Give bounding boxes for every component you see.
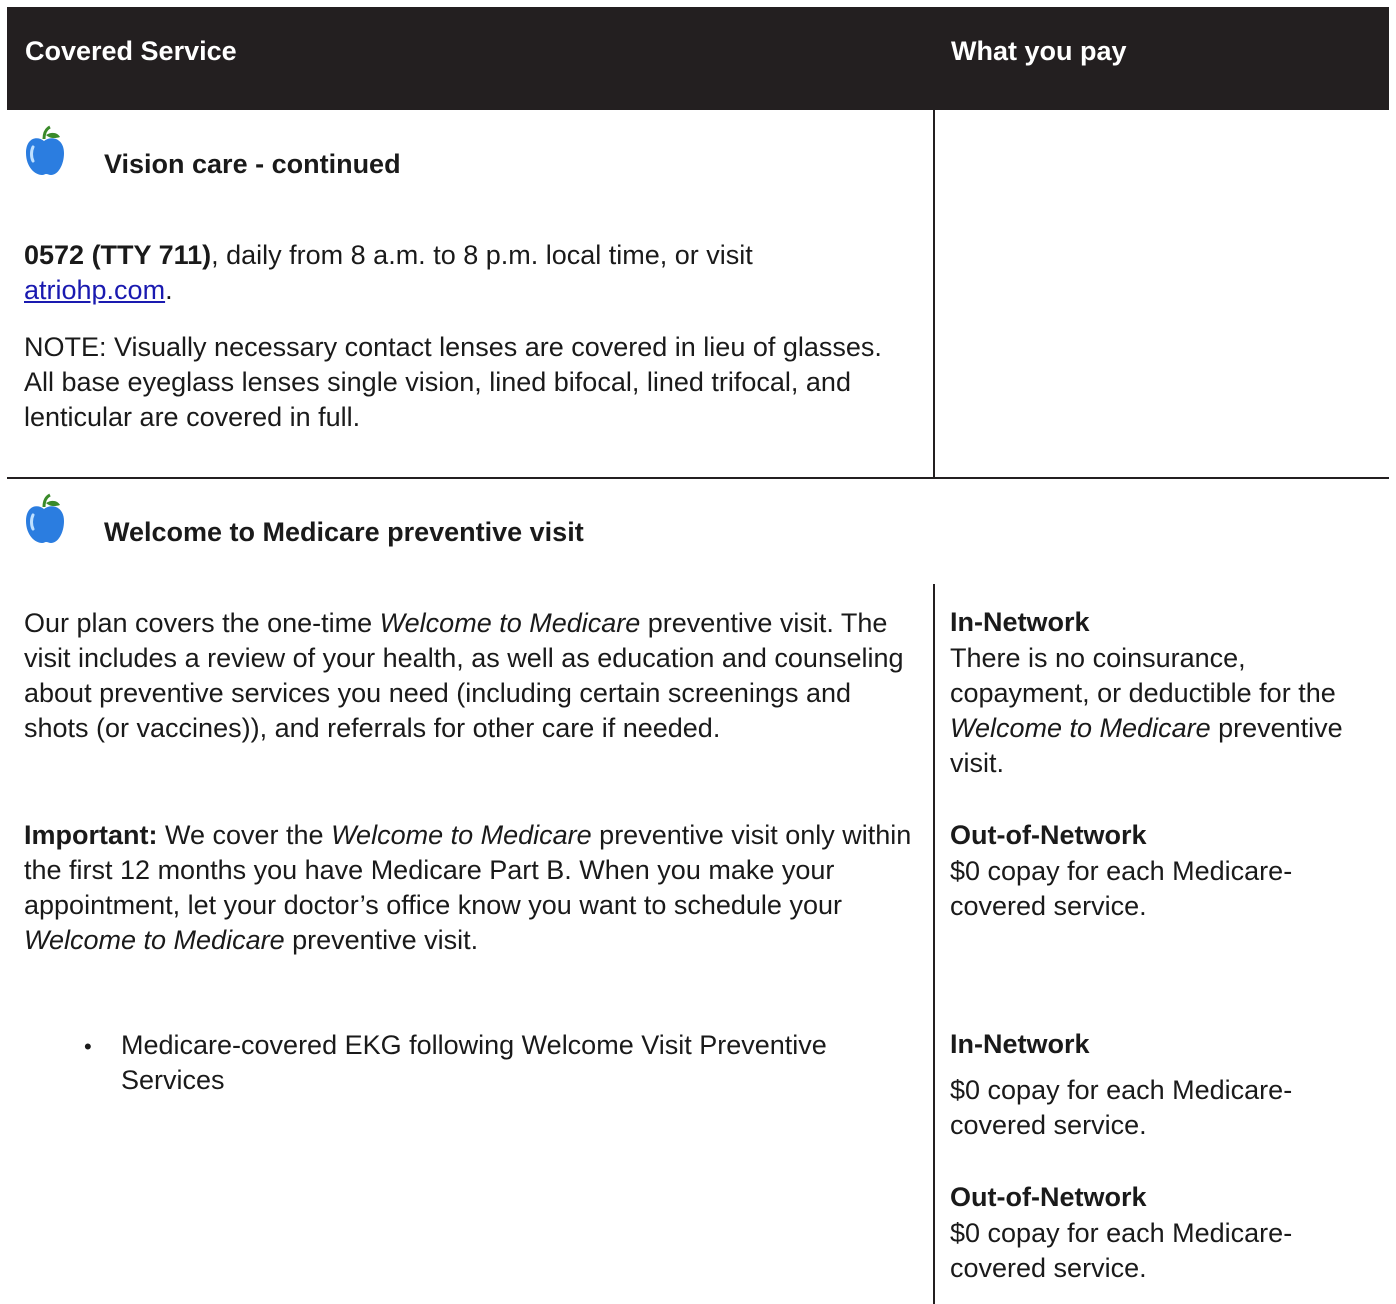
vision-contact-paragraph: 0572 (TTY 711), daily from 8 a.m. to 8 p… <box>24 238 914 308</box>
ekg-in-network-heading: In-Network <box>950 1029 1090 1059</box>
section-title-welcome-visit: Welcome to Medicare preventive visit <box>104 517 584 547</box>
welcome-visit-important: Important: We cover the Welcome to Medic… <box>24 818 919 958</box>
in-network-heading: In-Network <box>950 607 1090 637</box>
column-divider <box>933 584 935 1304</box>
column-header-what-you-pay: What you pay <box>951 36 1127 66</box>
text-run: Our plan covers the one-time <box>24 608 380 638</box>
bullet-marker: • <box>84 1034 92 1059</box>
italic-text: Welcome to Medicare <box>24 925 285 955</box>
text-run: preventive visit. <box>284 925 479 955</box>
ekg-bullet-item: Medicare-covered EKG following Welcome V… <box>121 1030 827 1095</box>
vision-note-paragraph: NOTE: Visually necessary contact lenses … <box>24 332 882 432</box>
phone-hours-text: , daily from 8 a.m. to 8 p.m. local time… <box>211 240 753 270</box>
column-header-covered-service: Covered Service <box>25 36 237 66</box>
text-run: There is no coinsurance, copayment, or d… <box>950 643 1336 708</box>
in-network-cost: There is no coinsurance, copayment, or d… <box>950 641 1370 781</box>
important-label: Important: <box>24 820 158 850</box>
section-title-vision-care: Vision care - continued <box>104 149 401 179</box>
ekg-in-network-cost: $0 copay for each Medicare-covered servi… <box>950 1075 1293 1140</box>
link-suffix: . <box>165 275 173 305</box>
apple-icon <box>22 125 66 177</box>
ekg-out-of-network-cost: $0 copay for each Medicare-covered servi… <box>950 1218 1293 1283</box>
row-divider <box>7 477 1389 479</box>
text-run: We cover the <box>157 820 332 850</box>
ekg-out-of-network-heading: Out-of-Network <box>950 1182 1147 1212</box>
welcome-visit-description: Our plan covers the one-time Welcome to … <box>24 606 919 746</box>
out-of-network-heading: Out-of-Network <box>950 820 1147 850</box>
apple-icon <box>22 493 66 545</box>
italic-text: Welcome to Medicare <box>379 608 641 638</box>
column-divider <box>933 110 935 478</box>
website-link[interactable]: atriohp.com <box>24 275 165 305</box>
italic-text: Welcome to Medicare <box>331 820 592 850</box>
out-of-network-cost: $0 copay for each Medicare-covered servi… <box>950 856 1293 921</box>
phone-number: 0572 (TTY 711) <box>24 240 212 270</box>
italic-text: Welcome to Medicare <box>950 713 1211 743</box>
table-header: Covered Service What you pay <box>7 7 1389 110</box>
